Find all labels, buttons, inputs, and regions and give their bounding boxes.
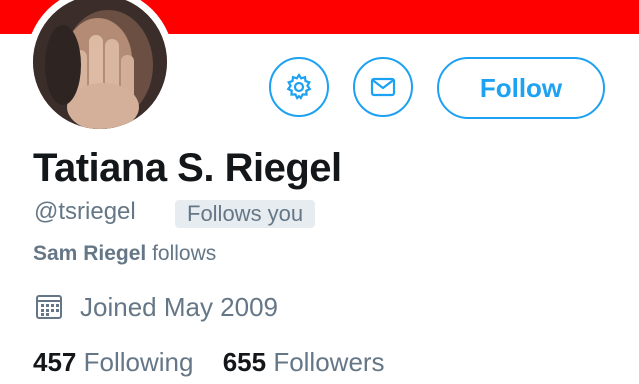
avatar[interactable] (33, 0, 167, 129)
gear-icon (286, 73, 312, 100)
mutual-followers[interactable]: Sam Riegel follows (33, 242, 216, 266)
followers-label: Followers (273, 347, 385, 377)
joined-date: Joined May 2009 (80, 292, 279, 322)
following-stat[interactable]: 457 Following (33, 347, 201, 377)
profile-handle[interactable]: @tsriegel (34, 198, 136, 226)
followers-count: 655 (222, 347, 267, 377)
settings-button[interactable] (269, 57, 329, 117)
message-button[interactable] (353, 57, 413, 117)
mutual-follows-text: follows (152, 242, 217, 265)
follow-button-label: Follow (479, 72, 563, 103)
envelope-icon (370, 77, 396, 97)
avatar-photo (33, 0, 167, 129)
profile-stats: 457 Following 655 Followers (33, 347, 407, 378)
followers-stat[interactable]: 655 Followers (223, 347, 385, 377)
calendar-icon (34, 292, 64, 322)
mutual-follower-name: Sam Riegel (33, 242, 147, 265)
following-count: 457 (33, 347, 77, 377)
profile-name: Tatiana S. Riegel (33, 146, 342, 190)
follows-you-badge: Follows you (175, 200, 316, 228)
following-label: Following (83, 347, 194, 377)
follow-button[interactable]: Follow (437, 57, 605, 119)
